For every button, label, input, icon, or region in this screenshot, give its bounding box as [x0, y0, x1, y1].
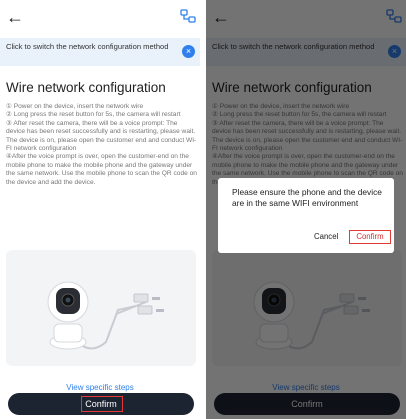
wire-config-screen-dialog: ← Click to switch the network configurat… — [206, 0, 406, 419]
page-title: Wire network configuration — [6, 80, 166, 95]
step-4: ④After the voice prompt is over, open th… — [6, 153, 197, 186]
confirm-button[interactable]: Confirm — [8, 393, 194, 415]
camera-with-cable-icon — [47, 281, 164, 350]
highlight-box — [81, 396, 123, 412]
banner-text: Click to switch the network configuratio… — [6, 42, 169, 51]
close-icon[interactable]: × — [182, 45, 195, 58]
view-steps-link[interactable]: View specific steps — [0, 383, 200, 392]
step-2: ② Long press the reset button for 5s, th… — [6, 111, 181, 119]
dialog-message: Please ensure the phone and the device a… — [232, 187, 382, 208]
step-3: ③ After reset the camera, there will be … — [6, 119, 197, 153]
device-illustration — [6, 250, 196, 366]
instruction-steps: ① Power on the device, insert the networ… — [6, 103, 198, 187]
wifi-dialog: Please ensure the phone and the device a… — [218, 178, 394, 253]
dialog-cancel-button[interactable]: Cancel — [314, 232, 338, 241]
dialog-confirm-button[interactable]: Confirm — [349, 230, 391, 244]
back-arrow-icon[interactable]: ← — [6, 8, 24, 26]
top-bar: ← — [0, 0, 200, 36]
switch-method-banner[interactable]: Click to switch the network configuratio… — [0, 38, 200, 66]
wire-config-screen: ← Click to switch the network configurat… — [0, 0, 200, 419]
network-switch-icon[interactable] — [180, 8, 196, 24]
